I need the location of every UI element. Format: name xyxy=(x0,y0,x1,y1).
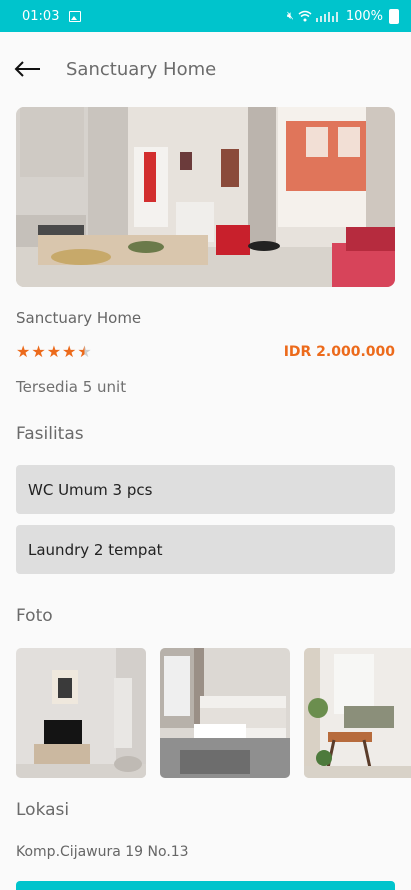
photo-thumbnail[interactable] xyxy=(160,648,290,778)
star-icon: ★ xyxy=(46,342,62,361)
status-bar: 01:03 🔇︎ 100% xyxy=(0,0,411,32)
mute-icon: 🔇︎ xyxy=(286,9,294,22)
star-icon: ★ xyxy=(16,342,31,361)
facilities-title: Fasilitas xyxy=(16,424,84,444)
signal-icon xyxy=(315,12,338,22)
wifi-icon xyxy=(298,10,312,22)
star-icon: ★ xyxy=(62,342,77,361)
battery-icon xyxy=(389,8,399,24)
status-time: 01:03 xyxy=(22,8,60,24)
back-arrow-icon[interactable] xyxy=(14,58,42,80)
star-rating: ★ ★ ★ ★ ★ xyxy=(16,343,92,361)
app-bar: Sanctuary Home xyxy=(0,32,411,108)
action-button[interactable] xyxy=(16,881,395,890)
property-name: Sanctuary Home xyxy=(16,309,142,327)
page-title: Sanctuary Home xyxy=(66,59,217,80)
photo-gallery[interactable] xyxy=(16,648,411,778)
star-icon: ★ xyxy=(31,342,46,361)
availability: Tersedia 5 unit xyxy=(16,378,127,396)
location-title: Lokasi xyxy=(16,800,70,820)
address: Komp.Cijawura 19 No.13 xyxy=(16,844,189,860)
facility-item: WC Umum 3 pcs xyxy=(16,465,395,514)
photos-title: Foto xyxy=(16,606,53,626)
half-star-icon: ★ xyxy=(77,342,92,361)
hero-image xyxy=(16,107,395,287)
photo-thumbnail[interactable] xyxy=(304,648,411,778)
photo-thumbnail[interactable] xyxy=(16,648,146,778)
facility-item: Laundry 2 tempat xyxy=(16,525,395,574)
image-notification-icon xyxy=(69,10,82,22)
status-icons: 🔇︎ 100% xyxy=(286,8,399,24)
battery-level: 100% xyxy=(345,8,383,24)
price: IDR 2.000.000 xyxy=(283,344,395,360)
